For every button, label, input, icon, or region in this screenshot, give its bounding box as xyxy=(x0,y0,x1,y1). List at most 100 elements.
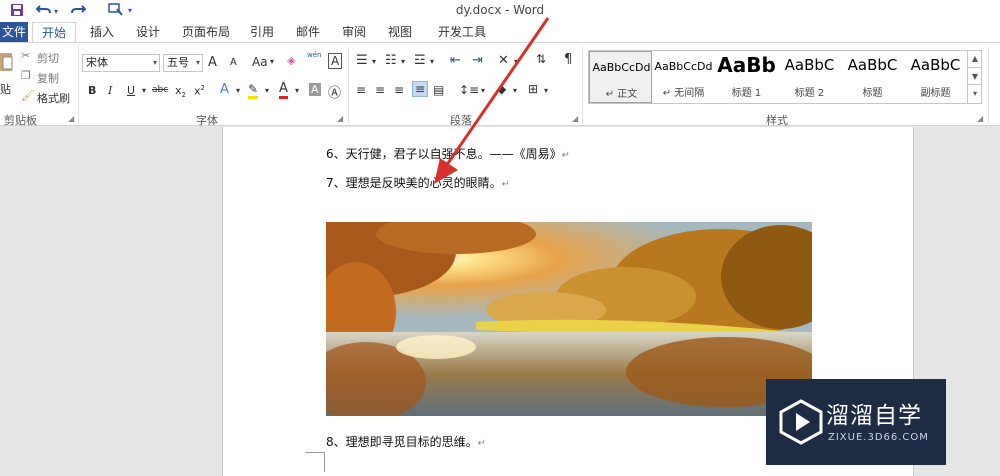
multilevel-list-icon[interactable]: ☲ xyxy=(414,53,426,68)
italic-button[interactable]: I xyxy=(108,84,112,97)
scroll-up-icon[interactable]: ▲ xyxy=(968,50,982,67)
character-border-button[interactable]: A xyxy=(328,53,343,69)
style-title[interactable]: AaBbC 标题 xyxy=(841,51,904,103)
grow-font-button[interactable]: A xyxy=(208,55,217,70)
align-center-icon[interactable]: ≡ xyxy=(375,83,385,97)
chevron-down-icon[interactable]: ▾ xyxy=(544,86,548,95)
font-color-button[interactable]: A xyxy=(279,82,288,99)
autumn-lake-image[interactable] xyxy=(326,222,812,416)
document-line-6[interactable]: 6、天行健，君子以自强不息。——《周易》↵ xyxy=(326,145,570,162)
sort-icon[interactable]: ⇅ xyxy=(536,52,546,66)
ribbon-home: 贴 ✂ 剪切 ❐ 复制 🖌 格式刷 剪贴板 ◢ 宋体 ▾ 五号 ▾ A A Aa… xyxy=(0,42,1000,127)
font-size-value: 五号 xyxy=(167,56,189,69)
styles-group-label: 样式 xyxy=(766,114,788,127)
paste-icon[interactable] xyxy=(0,49,14,80)
chevron-down-icon[interactable]: ▾ xyxy=(142,86,146,95)
highlight-icon[interactable]: ✎ xyxy=(248,82,259,99)
cut-icon[interactable]: ✂ xyxy=(21,49,30,62)
align-right-icon[interactable]: ≡ xyxy=(394,83,404,97)
borders-icon[interactable]: ⊞ xyxy=(528,82,538,96)
style-name: 标题 1 xyxy=(731,88,762,99)
underline-button[interactable]: U xyxy=(127,84,135,97)
chevron-down-icon[interactable]: ▾ xyxy=(236,86,240,95)
clear-format-icon[interactable]: ◈ xyxy=(287,54,295,67)
style-name: 副标题 xyxy=(920,88,951,99)
distributed-icon[interactable]: ▤ xyxy=(433,83,444,97)
font-size-combo[interactable]: 五号 ▾ xyxy=(163,54,203,72)
style-heading-2[interactable]: AaBbC 标题 2 xyxy=(778,51,841,103)
scroll-down-icon[interactable]: ▼ xyxy=(968,67,982,84)
shrink-font-button[interactable]: A xyxy=(230,57,237,68)
copy-icon[interactable]: ❐ xyxy=(21,69,31,82)
style-subtitle[interactable]: AaBbC 副标题 xyxy=(904,51,967,103)
copy-button[interactable]: 复制 xyxy=(37,70,59,86)
tab-design[interactable]: 设计 xyxy=(126,22,170,42)
bullets-icon[interactable]: ☰ xyxy=(356,53,368,68)
style-sample: AaBbC xyxy=(847,56,898,74)
chevron-down-icon[interactable]: ▾ xyxy=(513,86,517,95)
tab-home[interactable]: 开始 xyxy=(32,22,76,43)
enclose-characters-icon[interactable]: Ⓐ xyxy=(328,82,341,101)
align-left-icon[interactable]: ≡ xyxy=(356,83,366,97)
tab-references[interactable]: 引用 xyxy=(240,22,284,42)
cut-button[interactable]: 剪切 xyxy=(37,50,59,66)
line-spacing-icon[interactable]: ↕≡ xyxy=(459,83,479,97)
divider xyxy=(582,47,583,123)
chevron-down-icon[interactable]: ▾ xyxy=(265,86,269,95)
style-sample: AaBbCcDd xyxy=(592,61,651,74)
style-sample: AaBbCcDd xyxy=(654,60,713,73)
change-case-button[interactable]: Aa xyxy=(252,55,268,69)
line-text: 6、天行健，君子以自强不息。——《周易》 xyxy=(326,147,562,161)
font-name-combo[interactable]: 宋体 ▾ xyxy=(82,54,160,72)
show-marks-icon[interactable]: ¶ xyxy=(564,52,572,67)
styles-scroll[interactable]: ▲ ▼ ▾ xyxy=(967,50,982,104)
chinese-layout-icon[interactable]: ✕ xyxy=(498,53,509,68)
tab-insert[interactable]: 插入 xyxy=(80,22,124,42)
chevron-down-icon[interactable]: ▾ xyxy=(481,86,485,95)
style-sample: AaBbC xyxy=(910,56,961,74)
document-line-7[interactable]: 7、理想是反映美的心灵的眼睛。↵ xyxy=(326,174,510,191)
chevron-down-icon[interactable]: ▾ xyxy=(295,86,299,95)
increase-indent-icon[interactable]: ⇥ xyxy=(472,53,483,68)
text-effects-button[interactable]: A xyxy=(220,82,229,97)
numbering-icon[interactable]: ☷ xyxy=(385,53,397,68)
style-heading-1[interactable]: AaBb 标题 1 xyxy=(715,51,778,103)
font-name-value: 宋体 xyxy=(86,56,108,69)
justify-icon[interactable]: ≡ xyxy=(412,81,429,97)
format-painter-button[interactable]: 格式刷 xyxy=(37,90,70,106)
styles-launcher-icon[interactable]: ◢ xyxy=(977,114,983,123)
ribbon-tabs: 文件 开始 插入 设计 页面布局 引用 邮件 审阅 视图 开发工具 xyxy=(0,22,1000,43)
tab-review[interactable]: 审阅 xyxy=(332,22,376,42)
watermark-url: ZIXUE.3D66.COM xyxy=(828,432,929,443)
chevron-down-icon[interactable]: ▾ xyxy=(270,57,274,66)
decrease-indent-icon[interactable]: ⇤ xyxy=(450,53,461,68)
tab-developer[interactable]: 开发工具 xyxy=(430,22,494,42)
bold-button[interactable]: B xyxy=(88,84,96,97)
chevron-down-icon[interactable]: ▾ xyxy=(372,57,376,66)
subscript-button[interactable]: x2 xyxy=(175,84,186,99)
paragraph-shading-icon[interactable]: ◆ xyxy=(497,82,506,96)
strikethrough-button[interactable]: abc xyxy=(152,85,168,95)
more-styles-icon[interactable]: ▾ xyxy=(968,84,982,102)
paragraph-mark: ↵ xyxy=(561,150,571,161)
style-no-spacing[interactable]: AaBbCcDd ↵ 无间隔 xyxy=(652,51,715,103)
paste-button-label[interactable]: 贴 xyxy=(0,81,11,97)
format-painter-icon[interactable]: 🖌 xyxy=(21,89,35,102)
phonetic-guide-button[interactable]: wén xyxy=(307,51,321,59)
font-launcher-icon[interactable]: ◢ xyxy=(337,114,343,123)
chevron-down-icon[interactable]: ▾ xyxy=(401,57,405,66)
style-normal[interactable]: AaBbCcDd ↵ 正文 xyxy=(589,51,652,103)
document-line-8[interactable]: 8、理想即寻觅目标的思维。↵ xyxy=(326,433,486,450)
chevron-down-icon: ▾ xyxy=(152,58,157,67)
character-shading-button[interactable]: A xyxy=(309,83,321,96)
superscript-button[interactable]: x2 xyxy=(194,84,205,98)
chevron-down-icon[interactable]: ▾ xyxy=(514,57,518,66)
chevron-down-icon[interactable]: ▾ xyxy=(430,57,434,66)
page-margin-mark xyxy=(305,452,325,472)
clipboard-launcher-icon[interactable]: ◢ xyxy=(68,114,74,123)
tab-file[interactable]: 文件 xyxy=(0,22,28,42)
tab-view[interactable]: 视图 xyxy=(378,22,422,42)
tab-mailings[interactable]: 邮件 xyxy=(286,22,330,42)
tab-layout[interactable]: 页面布局 xyxy=(178,22,234,42)
paragraph-launcher-icon[interactable]: ◢ xyxy=(572,114,578,123)
